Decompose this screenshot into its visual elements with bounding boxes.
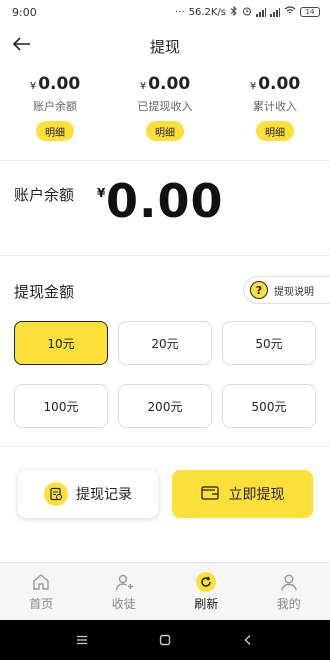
home-button[interactable]: [153, 628, 177, 652]
amount-option-50[interactable]: 50元: [222, 321, 316, 365]
stat-account-balance: ¥0.00 账户余额 明细: [0, 68, 110, 160]
bottom-tab-bar: 首页 收徒 刷新 我的: [0, 562, 330, 620]
balance-value: 0.00: [106, 174, 224, 228]
currency-symbol: ¥: [139, 81, 147, 92]
currency-symbol: ¥: [249, 81, 257, 92]
tab-recruit[interactable]: 收徒: [83, 563, 166, 620]
system-back-button[interactable]: [236, 628, 260, 652]
alarm-icon: [242, 6, 252, 19]
stat-withdrawn-income: ¥0.00 已提现收入 明细: [110, 68, 220, 160]
amount-option-20[interactable]: 20元: [118, 321, 212, 365]
stat-label: 已提现收入: [137, 100, 193, 113]
withdraw-explain-button[interactable]: ? 提现说明: [243, 276, 330, 304]
stat-amount: 0.00: [258, 74, 301, 94]
stat-label: 累计收入: [253, 100, 297, 113]
status-time: 9:00: [12, 5, 37, 19]
divider: [0, 160, 330, 161]
menu-button[interactable]: [70, 628, 94, 652]
withdraw-now-button[interactable]: 立即提现: [172, 470, 313, 518]
status-bar: 9:00 ··· 56.2K/s 14: [0, 0, 330, 24]
detail-button-balance[interactable]: 明细: [36, 121, 74, 141]
arrow-left-icon: [13, 37, 30, 51]
battery-icon: 14: [300, 7, 320, 17]
stat-amount: 0.00: [38, 74, 81, 94]
person-icon: [281, 574, 297, 591]
stat-total-income: ¥0.00 累计收入 明细: [220, 68, 330, 160]
wifi-icon: [284, 6, 296, 18]
dots-icon: ···: [175, 6, 185, 18]
income-stats: ¥0.00 账户余额 明细 ¥0.00 已提现收入 明细 ¥0.00 累计收入 …: [0, 68, 330, 160]
page-title: 提现: [149, 37, 180, 56]
wallet-icon: [200, 485, 219, 504]
explain-label: 提现说明: [274, 286, 314, 298]
square-icon: [159, 634, 171, 646]
detail-button-withdrawn[interactable]: 明细: [146, 121, 184, 141]
bluetooth-icon: [230, 5, 238, 19]
stat-amount: 0.00: [148, 74, 191, 94]
record-label: 提现记录: [76, 487, 132, 503]
divider: [0, 255, 330, 256]
network-speed: 56.2K/s: [188, 6, 226, 18]
status-icons: ··· 56.2K/s 14: [175, 5, 320, 19]
stat-label: 账户余额: [33, 100, 77, 113]
question-icon: ?: [250, 281, 268, 299]
tab-home[interactable]: 首页: [0, 563, 83, 620]
divider: [0, 446, 330, 447]
withdraw-label: 立即提现: [228, 487, 285, 503]
tab-label: 我的: [276, 596, 301, 611]
withdraw-record-button[interactable]: 提现记录: [18, 470, 158, 518]
system-nav-bar: [0, 620, 330, 660]
tab-label: 刷新: [194, 596, 219, 611]
tab-label: 收徒: [111, 596, 136, 611]
amount-option-200[interactable]: 200元: [118, 384, 212, 428]
signal-icon-2: [270, 7, 280, 17]
amount-option-10[interactable]: 10元: [14, 321, 108, 365]
tab-mine[interactable]: 我的: [248, 563, 330, 620]
balance-label: 账户余额: [14, 186, 75, 204]
refresh-icon: [196, 571, 217, 592]
tab-label: 首页: [29, 596, 54, 611]
menu-icon: [76, 635, 87, 645]
record-icon: [44, 482, 68, 506]
back-button[interactable]: [8, 30, 36, 58]
detail-button-total[interactable]: 明细: [256, 121, 294, 141]
add-user-icon: [115, 574, 133, 590]
nav-bar: 提现: [0, 24, 330, 68]
tab-refresh[interactable]: 刷新: [165, 563, 248, 620]
amount-option-500[interactable]: 500元: [222, 384, 316, 428]
amount-section-title: 提现金额: [14, 283, 75, 301]
home-icon: [33, 573, 49, 590]
balance-currency: ¥: [97, 186, 106, 200]
amount-option-100[interactable]: 100元: [14, 384, 108, 428]
currency-symbol: ¥: [29, 81, 37, 92]
chevron-left-icon: [244, 635, 251, 645]
signal-icon: [256, 7, 266, 17]
